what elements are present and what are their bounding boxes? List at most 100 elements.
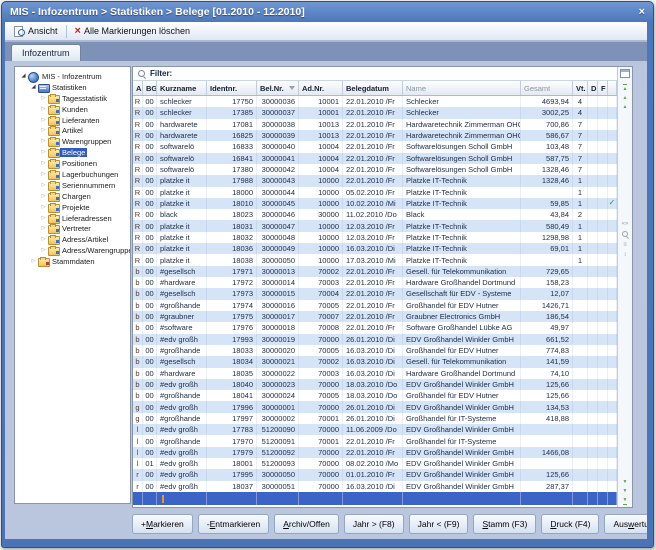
collapsed-arrow-icon[interactable]: ▷ (39, 248, 48, 253)
page-up-icon[interactable]: ▲ (623, 94, 628, 102)
grid-row[interactable]: R00platzke it18038300000501000017.03.201… (133, 254, 617, 265)
clear-markings-button[interactable]: × Alle Markierungen löschen (70, 25, 196, 37)
button-entmarkieren[interactable]: - Entmarkieren (198, 514, 269, 534)
tree-item-adress-artikel[interactable]: ▷Adress/Artikel (15, 234, 130, 245)
tree-item-mis-infozentrum[interactable]: ◢MIS - Infozentrum (15, 71, 130, 82)
button-jahr-f8[interactable]: Jahr > (F8) (344, 514, 404, 534)
expanded-arrow-icon[interactable]: ◢ (19, 74, 28, 80)
menu-icon[interactable]: ≡ (623, 242, 627, 248)
collapsed-arrow-icon[interactable]: ▷ (39, 107, 48, 112)
column-header-gesamt[interactable]: Gesamt (521, 81, 573, 95)
grid-row[interactable]: R00platzke it18031300000471000012.03.201… (133, 220, 617, 231)
row-down-icon[interactable]: ▼ (623, 478, 628, 486)
ansicht-button[interactable]: Ansicht (9, 25, 63, 38)
grid-row[interactable]: b00#hardware18035300000227000316.03.2010… (133, 368, 617, 379)
page-down-icon[interactable]: ▼ (623, 487, 628, 495)
grid-row[interactable]: b00#großhande18033300000207000516.03.201… (133, 345, 617, 356)
collapsed-arrow-icon[interactable]: ▷ (39, 172, 48, 177)
search-icon[interactable] (622, 231, 629, 238)
collapsed-arrow-icon[interactable]: ▷ (39, 205, 48, 210)
tree-item-projekte[interactable]: ▷Projekte (15, 202, 130, 213)
title-bar[interactable]: MIS - Infozentrum > Statistiken > Belege… (2, 2, 653, 22)
grid-row[interactable]: R00platzke it18032300000481000012.03.201… (133, 232, 617, 243)
goto-last-icon[interactable]: ▼ (623, 496, 628, 505)
button-markieren[interactable]: + Markieren (132, 514, 193, 534)
tab-infozentrum[interactable]: Infozentrum (11, 44, 81, 61)
collapsed-arrow-icon[interactable]: ▷ (39, 216, 48, 221)
tree-item-statistiken[interactable]: ◢Statistiken (15, 82, 130, 93)
expanded-arrow-icon[interactable]: ◢ (29, 85, 38, 91)
button-jahr-f9[interactable]: Jahr < (F9) (409, 514, 469, 534)
button-auswertung[interactable]: Auswertung (604, 514, 647, 534)
grid-row[interactable]: R00platzke it17988300000431000022.01.201… (133, 175, 617, 186)
row-up-icon[interactable]: ▲ (623, 103, 628, 111)
grid-row[interactable]: b00#gesellsch17973300000157000422.01.201… (133, 288, 617, 299)
grid-row[interactable]: b00#gesellsch18034300000217000216.03.201… (133, 356, 617, 367)
collapsed-arrow-icon[interactable]: ▷ (39, 194, 48, 199)
grid-row[interactable]: l00#edv großh17783512000907000011.06.200… (133, 424, 617, 435)
collapsed-arrow-icon[interactable]: ▷ (39, 161, 48, 166)
column-header-ad-nr[interactable]: Ad.Nr. (299, 81, 343, 95)
grid-row[interactable]: R00softwarelö16833300000401000422.01.201… (133, 141, 617, 152)
tree-item-kunden[interactable]: ▷Kunden (15, 104, 130, 115)
collapsed-arrow-icon[interactable]: ▷ (39, 96, 48, 101)
grid-row[interactable]: b00#großhande18041300000247000518.03.201… (133, 390, 617, 401)
grid-row[interactable]: b00#hardware17972300000147000322.01.2010… (133, 277, 617, 288)
button-archiv-offen[interactable]: Archiv/Offen (274, 514, 339, 534)
tree-item-belege[interactable]: ▷Belege (15, 147, 130, 158)
grid-row[interactable]: g00#edv großh17996300000017000026.01.201… (133, 401, 617, 412)
grid-row[interactable]: l00#großhande17970512000917000122.01.201… (133, 435, 617, 446)
tree-item-lieferadressen[interactable]: ▷Lieferadressen (15, 213, 130, 224)
tree-item-lagerbuchungen[interactable]: ▷Lagerbuchungen (15, 169, 130, 180)
column-header-extra[interactable] (608, 81, 617, 95)
column-header-d[interactable]: D (588, 81, 598, 95)
collapsed-arrow-icon[interactable]: ▷ (29, 259, 38, 264)
grid-row[interactable]: R00schlecker17385300000371000122.01.2010… (133, 107, 617, 118)
column-chooser-icon[interactable] (620, 69, 630, 78)
tree-item-stammdaten[interactable]: ▷Stammdaten (15, 256, 130, 267)
tree-item-seriennummern[interactable]: ▷Seriennummern (15, 180, 130, 191)
tree-item-vertreter[interactable]: ▷Vertreter (15, 223, 130, 234)
tree-item-positionen[interactable]: ▷Positionen (15, 158, 130, 169)
column-header-belegdatum[interactable]: Belegdatum (343, 81, 403, 95)
grid-row[interactable]: b00#software17976300000187000822.01.2010… (133, 322, 617, 333)
column-header-bel-nr[interactable]: Bel.Nr. (257, 81, 299, 95)
grid-row[interactable]: R00hardwarete17081300000381001322.01.201… (133, 119, 617, 130)
grid-row[interactable]: b00#großhande17974300000167000522.01.201… (133, 300, 617, 311)
grid-row[interactable]: R00hardwarete16825300000391001322.01.201… (133, 130, 617, 141)
collapsed-arrow-icon[interactable]: ▷ (39, 150, 48, 155)
grid-row[interactable]: l01#edv großh18001512000937000008.02.201… (133, 458, 617, 469)
grid-row[interactable]: R00softwarelö16841300000411000422.01.201… (133, 153, 617, 164)
grid-row[interactable]: b00#edv großh18040300000237000018.03.201… (133, 379, 617, 390)
tree-item-chargen[interactable]: ▷Chargen (15, 191, 130, 202)
grid-row[interactable]: R00schlecker17750300000361000122.01.2010… (133, 96, 617, 107)
grid-row[interactable]: R00platzke it18000300000441000005.02.201… (133, 187, 617, 198)
grid-row[interactable]: R00platzke it18010300000451000010.02.201… (133, 198, 617, 209)
collapsed-arrow-icon[interactable]: ▷ (39, 139, 48, 144)
grid-row[interactable]: b00#gesellsch17971300000137000222.01.201… (133, 266, 617, 277)
collapsed-arrow-icon[interactable]: ▷ (39, 183, 48, 188)
column-header-identnr[interactable]: Identnr. (207, 81, 257, 95)
collapsed-arrow-icon[interactable]: ▷ (39, 128, 48, 133)
collapsed-arrow-icon[interactable]: ▷ (39, 118, 48, 123)
tree-item-tagesstatistik[interactable]: ▷Tagesstatistik (15, 93, 130, 104)
resize-icon[interactable]: «» (622, 221, 629, 227)
updown-icon[interactable]: ↕ (624, 252, 627, 258)
filter-row[interactable]: Filter: (133, 67, 617, 81)
button-druck-f4[interactable]: Druck (F4) (541, 514, 599, 534)
grid-row[interactable]: r00#edv großh18037300000517000016.03.201… (133, 481, 617, 492)
grid-row[interactable]: b00#edv großh17993300000197000026.01.201… (133, 334, 617, 345)
grid-row[interactable]: g00#großhande17997300000027000126.01.201… (133, 413, 617, 424)
collapsed-arrow-icon[interactable]: ▷ (39, 237, 48, 242)
column-header-vt[interactable]: Vt. (573, 81, 588, 95)
column-header-name[interactable]: Name (403, 81, 521, 95)
grid-row[interactable]: R00black18023300000463000011.02.2010 /Do… (133, 209, 617, 220)
column-header-f[interactable]: F (598, 81, 608, 95)
close-icon[interactable]: × (639, 7, 645, 18)
selected-empty-row[interactable] (133, 492, 617, 505)
grid-row[interactable]: l00#edv großh17979512000927000022.01.201… (133, 447, 617, 458)
goto-first-icon[interactable]: ▲ (623, 84, 628, 93)
grid-scrollbar[interactable]: ▲ ▲ ▲ «» ≡ ↕ ▼ ▼ ▼ (617, 67, 632, 507)
tree-item-artikel[interactable]: ▷Artikel (15, 125, 130, 136)
tree-item-warengruppen[interactable]: ▷Warengruppen (15, 136, 130, 147)
